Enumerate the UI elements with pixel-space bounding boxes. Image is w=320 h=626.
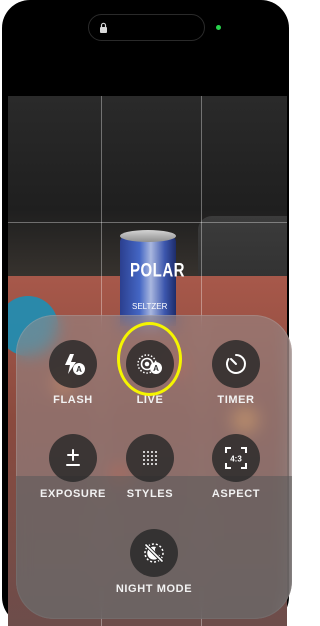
timer-icon [224,352,248,376]
live-highlight-ring [117,322,182,396]
exposure-button[interactable] [49,434,97,482]
timer-label: TIMER [217,394,255,406]
svg-text:A: A [76,365,82,374]
styles-label: STYLES [126,488,174,500]
lock-icon [99,22,108,34]
camera-in-use-indicator [216,25,221,30]
flash-button[interactable]: A [49,340,97,388]
aspect-ratio-icon: 4:3 [223,445,249,471]
viewfinder-can-top [120,230,176,242]
exposure-icon [62,447,84,469]
night-mode-button[interactable] [130,529,178,577]
grid-line-horizontal [8,222,287,223]
aspect-button[interactable]: 4:3 [212,434,260,482]
timer-control[interactable]: TIMER [191,340,281,406]
flash-auto-icon: A [60,351,86,377]
timer-button[interactable] [212,340,260,388]
styles-button[interactable] [126,434,174,482]
aspect-control[interactable]: 4:3 ASPECT [191,434,281,500]
dynamic-island [88,14,205,41]
styles-control[interactable]: STYLES [105,434,195,500]
can-brand-text: POLAR [130,259,185,282]
aspect-ratio-value: 4:3 [230,455,242,464]
styles-icon [139,447,161,469]
can-sub-text: SELTZER [132,302,168,311]
night-mode-control[interactable]: NIGHT MODE [102,529,206,595]
aspect-label: ASPECT [211,488,261,500]
night-mode-off-icon [141,540,167,566]
night-mode-label: NIGHT MODE [115,583,193,595]
